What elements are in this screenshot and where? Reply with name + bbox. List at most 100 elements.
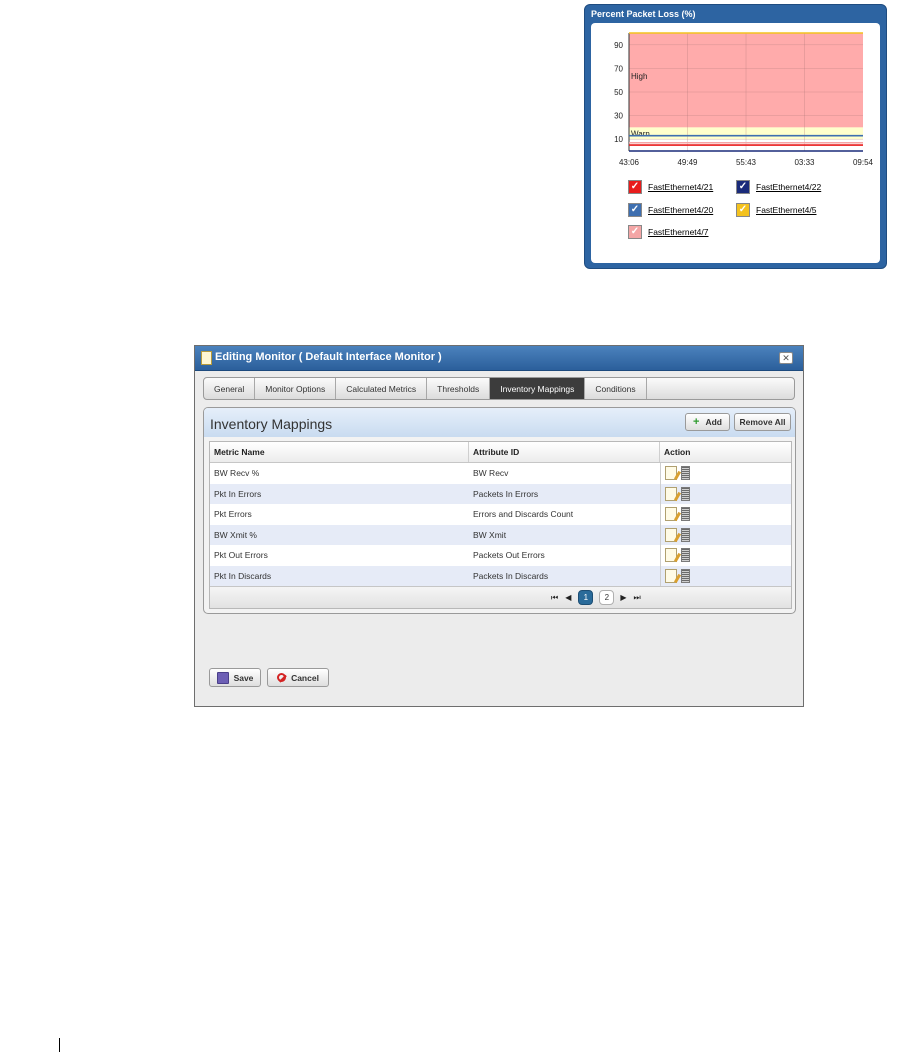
action-cell — [660, 483, 791, 504]
delete-icon[interactable] — [681, 486, 690, 501]
x-tick-label: 49:49 — [677, 158, 698, 167]
legend-item-fe4-21[interactable]: ✓ FastEthernet4/21 — [628, 180, 713, 194]
edit-icon[interactable] — [665, 527, 677, 542]
cancel-button-label: Cancel — [291, 672, 319, 683]
column-header-attribute-id[interactable]: Attribute ID — [469, 442, 660, 462]
column-header-action[interactable]: Action — [660, 442, 791, 462]
x-tick-label: 55:43 — [736, 158, 757, 167]
pagination-bar: ⏮ ◀ 1 2 ▶ ⏭ — [210, 586, 791, 608]
checkbox-icon[interactable]: ✓ — [628, 180, 642, 194]
delete-icon[interactable] — [681, 507, 690, 522]
mappings-table: Metric Name Attribute ID Action BW Recv … — [209, 441, 792, 609]
table-body: BW Recv % BW Recv Pkt In Errors Packets … — [210, 463, 791, 586]
panel-title: Inventory Mappings — [210, 416, 333, 432]
table-row[interactable]: BW Xmit % BW Xmit — [210, 524, 791, 545]
legend-label[interactable]: FastEthernet4/21 — [648, 182, 713, 192]
document-icon — [201, 351, 212, 365]
table-row[interactable]: Pkt Errors Errors and Discards Count — [210, 504, 791, 525]
tab-monitor-options[interactable]: Monitor Options — [255, 378, 337, 399]
legend-item-fe4-7[interactable]: ✓ FastEthernet4/7 — [628, 225, 708, 239]
page-margin-rule — [59, 1038, 60, 1052]
legend-label[interactable]: FastEthernet4/5 — [756, 205, 816, 215]
metric-name-cell: Pkt Out Errors — [214, 550, 268, 561]
checkbox-icon[interactable]: ✓ — [628, 225, 642, 239]
checkbox-icon[interactable]: ✓ — [628, 203, 642, 217]
panel-header: Inventory Mappings + Add Remove All — [204, 408, 795, 437]
add-button[interactable]: + Add — [685, 413, 730, 431]
remove-all-button[interactable]: Remove All — [734, 413, 791, 431]
prev-page-icon[interactable]: ◀ — [565, 593, 571, 602]
delete-icon[interactable] — [681, 568, 690, 583]
attribute-id-cell: Errors and Discards Count — [473, 509, 574, 520]
packet-loss-chart-panel: Percent Packet Loss (%) High Warn 10 30 50 70… — [584, 4, 887, 269]
action-cell — [660, 524, 791, 545]
table-row[interactable]: BW Recv % BW Recv — [210, 463, 791, 484]
threshold-zone-label: Warn — [631, 129, 650, 138]
x-tick-label: 43:06 — [619, 158, 640, 167]
action-cell — [660, 463, 791, 484]
pager: ⏮ ◀ 1 2 ▶ ⏭ — [551, 590, 648, 605]
checkbox-icon[interactable]: ✓ — [736, 180, 750, 194]
next-page-icon[interactable]: ▶ — [620, 593, 626, 602]
tab-conditions[interactable]: Conditions — [585, 378, 647, 399]
delete-icon[interactable] — [681, 527, 690, 542]
page-button-1[interactable]: 1 — [578, 590, 594, 605]
attribute-id-cell: Packets Out Errors — [473, 550, 545, 561]
tab-general[interactable]: General — [204, 378, 256, 399]
save-button-label: Save — [233, 672, 254, 683]
threshold-zone-label: High — [631, 72, 647, 81]
table-row[interactable]: Pkt In Errors Packets In Errors — [210, 483, 791, 504]
legend-label[interactable]: FastEthernet4/20 — [648, 205, 713, 215]
table-row[interactable]: Pkt Out Errors Packets Out Errors — [210, 545, 791, 566]
tab-bar: General Monitor Options Calculated Metri… — [203, 377, 795, 400]
last-page-icon[interactable]: ⏭ — [634, 593, 641, 603]
add-button-label: Add — [705, 417, 722, 427]
legend-item-fe4-22[interactable]: ✓ FastEthernet4/22 — [736, 180, 821, 194]
chart-body: High Warn 10 30 50 70 90 43:06 49:49 55:43 03:33 09… — [591, 23, 880, 263]
delete-icon[interactable] — [681, 548, 690, 563]
y-tick-label: 90 — [614, 41, 623, 50]
metric-name-cell: Pkt In Discards — [214, 570, 272, 581]
legend-label[interactable]: FastEthernet4/22 — [756, 182, 821, 192]
attribute-id-cell: BW Recv — [473, 468, 509, 479]
edit-icon[interactable] — [665, 548, 677, 563]
edit-icon[interactable] — [665, 507, 677, 522]
attribute-id-cell: BW Xmit — [473, 529, 507, 540]
legend-item-fe4-5[interactable]: ✓ FastEthernet4/5 — [736, 203, 816, 217]
metric-name-cell: Pkt In Errors — [214, 488, 262, 499]
dialog-title: Editing Monitor ( Default Interface Moni… — [215, 351, 442, 363]
attribute-id-cell: Packets In Errors — [473, 488, 539, 499]
first-page-icon[interactable]: ⏮ — [551, 593, 558, 603]
packet-loss-chart: High Warn 10 30 50 70 90 43:06 49:49 55:43 03:33 09… — [614, 32, 874, 167]
tab-inventory-mappings[interactable]: Inventory Mappings — [490, 378, 586, 399]
chart-title: Percent Packet Loss (%) — [591, 9, 696, 19]
legend-label[interactable]: FastEthernet4/7 — [648, 227, 708, 237]
save-button[interactable]: Save — [209, 668, 261, 687]
metric-name-cell: BW Xmit % — [214, 529, 257, 540]
remove-all-label: Remove All — [739, 417, 786, 427]
edit-icon[interactable] — [665, 486, 677, 501]
close-icon[interactable]: ✕ — [779, 352, 793, 364]
x-tick-label: 09:54 — [853, 158, 874, 167]
y-tick-label: 30 — [614, 112, 623, 121]
delete-icon[interactable] — [681, 466, 690, 481]
metric-name-cell: BW Recv % — [214, 468, 260, 479]
save-icon — [216, 671, 229, 684]
dialog-titlebar[interactable]: Editing Monitor ( Default Interface Moni… — [195, 346, 803, 371]
action-cell — [660, 504, 791, 525]
tab-calculated-metrics[interactable]: Calculated Metrics — [336, 378, 428, 399]
plus-icon: + — [693, 416, 700, 428]
cancel-button[interactable]: Cancel — [267, 668, 329, 687]
y-tick-label: 50 — [614, 88, 623, 97]
column-header-metric-name[interactable]: Metric Name — [210, 442, 469, 462]
edit-icon[interactable] — [665, 466, 677, 481]
metric-name-cell: Pkt Errors — [214, 509, 252, 520]
table-header: Metric Name Attribute ID Action — [210, 442, 791, 463]
legend-item-fe4-20[interactable]: ✓ FastEthernet4/20 — [628, 203, 713, 217]
y-tick-label: 10 — [614, 135, 623, 144]
table-row[interactable]: Pkt In Discards Packets In Discards — [210, 565, 791, 586]
page-button-2[interactable]: 2 — [599, 590, 615, 605]
edit-icon[interactable] — [665, 568, 677, 583]
tab-thresholds[interactable]: Thresholds — [427, 378, 491, 399]
checkbox-icon[interactable]: ✓ — [736, 203, 750, 217]
